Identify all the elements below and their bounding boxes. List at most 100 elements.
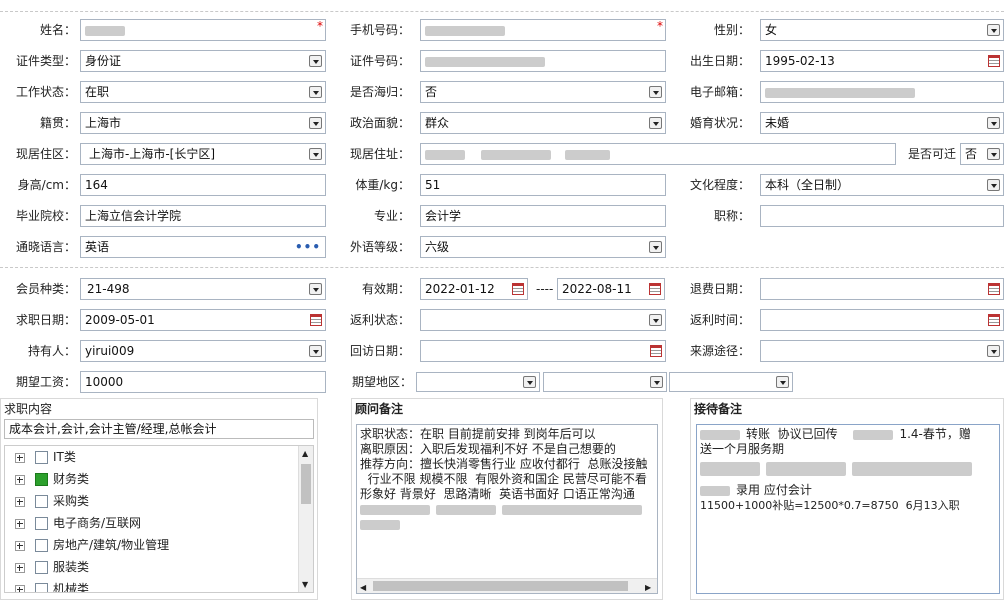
calendar-icon[interactable] xyxy=(512,283,524,295)
expand-icon[interactable] xyxy=(15,496,25,507)
expand-icon[interactable] xyxy=(15,540,25,551)
phone-field[interactable] xyxy=(420,19,666,41)
chevron-down-icon[interactable] xyxy=(987,148,1000,160)
chevron-down-icon[interactable] xyxy=(987,24,1000,36)
chevron-down-icon[interactable] xyxy=(523,376,536,388)
chevron-down-icon[interactable] xyxy=(987,179,1000,191)
job-date-value: 2009-05-01 xyxy=(85,313,155,327)
calendar-icon[interactable] xyxy=(988,314,1000,326)
reception-notes[interactable]: 转账 协议已回传 1.4-春节，赠 送一个月服务期 录用 应付会计 11500+100… xyxy=(696,424,1000,594)
height-field[interactable]: 164 xyxy=(80,174,326,196)
chevron-down-icon[interactable] xyxy=(987,345,1000,357)
tree-item[interactable]: 服装类 xyxy=(15,556,89,578)
id-type-select[interactable]: 身份证 xyxy=(80,50,326,72)
chevron-down-icon[interactable] xyxy=(309,117,322,129)
residence-area-select[interactable]: 上海市-上海市-[长宁区] xyxy=(80,143,326,165)
note-line: 11500+1000补贴=12500*0.7=8750 6月13入职 xyxy=(700,499,960,512)
member-type-select[interactable]: 21-498 xyxy=(80,278,326,300)
work-status-select[interactable]: 在职 xyxy=(80,81,326,103)
valid-from-field[interactable]: 2022-01-12 xyxy=(420,278,528,300)
vertical-scrollbar[interactable]: ▲ ▼ xyxy=(298,446,313,592)
region-province-select[interactable] xyxy=(416,372,540,392)
calendar-icon[interactable] xyxy=(649,283,661,295)
region-district-select[interactable] xyxy=(669,372,793,392)
calendar-icon[interactable] xyxy=(650,345,662,357)
tree-item[interactable]: IT类 xyxy=(15,446,76,468)
tree-item[interactable]: 房地产/建筑/物业管理 xyxy=(15,534,169,556)
tree-item[interactable]: 机械类 xyxy=(15,578,89,592)
chevron-down-icon[interactable] xyxy=(309,148,322,160)
checkbox-checked[interactable] xyxy=(35,473,48,486)
region-city-select[interactable] xyxy=(543,372,667,392)
calendar-icon[interactable] xyxy=(988,55,1000,67)
scroll-up-icon[interactable]: ▲ xyxy=(302,449,308,458)
expand-icon[interactable] xyxy=(15,562,25,573)
calendar-icon[interactable] xyxy=(310,314,322,326)
scroll-thumb[interactable] xyxy=(301,464,311,504)
chevron-down-icon[interactable] xyxy=(649,314,662,326)
residence-addr-field[interactable] xyxy=(420,143,896,165)
calendar-icon[interactable] xyxy=(988,283,1000,295)
birth-date-field[interactable]: 1995-02-13 xyxy=(760,50,1004,72)
scroll-left-icon[interactable]: ◀ xyxy=(360,580,366,593)
school-field[interactable]: 上海立信会计学院 xyxy=(80,205,326,227)
name-field[interactable] xyxy=(80,19,326,41)
horizontal-scrollbar[interactable]: ◀ ▶ xyxy=(357,578,657,593)
holder-select[interactable]: yirui009 xyxy=(80,340,326,362)
chevron-down-icon[interactable] xyxy=(649,241,662,253)
native-select[interactable]: 上海市 xyxy=(80,112,326,134)
revisit-date-field[interactable] xyxy=(420,340,666,362)
salary-label: 期望工资： xyxy=(15,375,76,389)
email-field[interactable] xyxy=(760,81,1004,103)
job-date-field[interactable]: 2009-05-01 xyxy=(80,309,326,331)
salary-field[interactable]: 10000 xyxy=(80,371,326,393)
lang-level-select[interactable]: 六级 xyxy=(420,236,666,258)
relocate-select[interactable]: 否 xyxy=(960,143,1004,165)
expand-icon[interactable] xyxy=(15,474,25,485)
overseas-select[interactable]: 否 xyxy=(420,81,666,103)
chevron-down-icon[interactable] xyxy=(309,55,322,67)
education-select[interactable]: 本科（全日制） xyxy=(760,174,1004,196)
chevron-down-icon[interactable] xyxy=(987,117,1000,129)
chevron-down-icon[interactable] xyxy=(309,345,322,357)
expand-icon[interactable] xyxy=(15,452,25,463)
title-field[interactable] xyxy=(760,205,1004,227)
refund-date-field[interactable] xyxy=(760,278,1004,300)
rebate-time-field[interactable] xyxy=(760,309,1004,331)
scroll-down-icon[interactable]: ▼ xyxy=(302,580,308,589)
chevron-down-icon[interactable] xyxy=(309,283,322,295)
rebate-status-select[interactable] xyxy=(420,309,666,331)
id-no-field[interactable] xyxy=(420,50,666,72)
checkbox[interactable] xyxy=(35,451,48,464)
tree-item[interactable]: 财务类 xyxy=(15,468,89,490)
advisor-notes[interactable]: 求职状态：在职 目前提前安排 到岗年后可以 离职原因：入职后发现福利不好 不是自己… xyxy=(356,424,658,594)
major-value: 会计学 xyxy=(425,209,462,223)
expand-icon[interactable] xyxy=(15,518,25,529)
checkbox[interactable] xyxy=(35,517,48,530)
source-select[interactable] xyxy=(760,340,1004,362)
marital-select[interactable]: 未婚 xyxy=(760,112,1004,134)
tree-item[interactable]: 电子商务/互联网 xyxy=(15,512,141,534)
chevron-down-icon[interactable] xyxy=(650,376,663,388)
politics-select[interactable]: 群众 xyxy=(420,112,666,134)
chevron-down-icon[interactable] xyxy=(309,86,322,98)
weight-label: 体重/kg： xyxy=(355,178,410,192)
checkbox[interactable] xyxy=(35,495,48,508)
tree-item[interactable]: 采购类 xyxy=(15,490,89,512)
checkbox[interactable] xyxy=(35,583,48,592)
checkbox[interactable] xyxy=(35,539,48,552)
scroll-thumb[interactable] xyxy=(373,581,628,591)
scroll-right-icon[interactable]: ▶ xyxy=(645,580,651,593)
chevron-down-icon[interactable] xyxy=(776,376,789,388)
chevron-down-icon[interactable] xyxy=(649,86,662,98)
valid-to-field[interactable]: 2022-08-11 xyxy=(557,278,665,300)
chevron-down-icon[interactable] xyxy=(649,117,662,129)
gender-select[interactable]: 女 xyxy=(760,19,1004,41)
expand-icon[interactable] xyxy=(15,584,25,592)
weight-field[interactable]: 51 xyxy=(420,174,666,196)
major-field[interactable]: 会计学 xyxy=(420,205,666,227)
language-field[interactable]: 英语 ••• xyxy=(80,236,326,258)
revisit-label: 回访日期： xyxy=(349,344,410,358)
checkbox[interactable] xyxy=(35,561,48,574)
more-icon[interactable]: ••• xyxy=(295,237,321,257)
